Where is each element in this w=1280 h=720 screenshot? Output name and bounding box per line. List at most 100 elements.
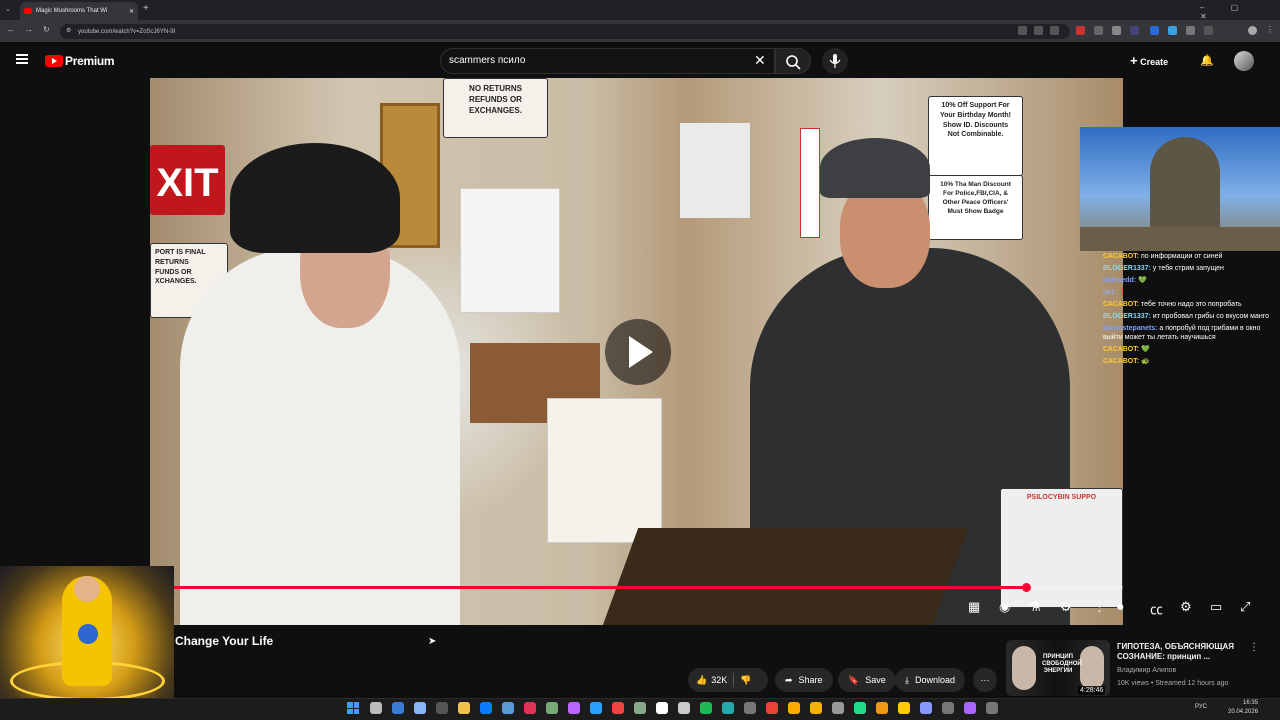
- taskbar-app-icon[interactable]: [722, 702, 734, 714]
- extension-icon[interactable]: [1094, 26, 1103, 35]
- progress-bar[interactable]: [150, 583, 1123, 592]
- extensions-puzzle-icon[interactable]: [1204, 26, 1213, 35]
- taskbar-app-icon[interactable]: [590, 702, 602, 714]
- progress-scrubber[interactable]: [1021, 583, 1031, 592]
- start-menu-icon[interactable]: [347, 702, 359, 714]
- bookmark-star-icon[interactable]: [1050, 26, 1059, 35]
- notifications-bell-icon[interactable]: 🔔: [1200, 54, 1214, 67]
- taskbar-app-icon[interactable]: [964, 702, 976, 714]
- taskbar-app-icon[interactable]: [832, 702, 844, 714]
- chat-username: САСАBOT:: [1103, 357, 1140, 365]
- screenshot-camera-icon[interactable]: ◉: [999, 599, 1010, 615]
- taskbar-app-icon[interactable]: [920, 702, 932, 714]
- taskbar-app-icon[interactable]: [744, 702, 756, 714]
- window-controls[interactable]: – ▢ ✕: [1200, 3, 1280, 21]
- back-icon[interactable]: ←: [7, 25, 15, 34]
- miniplayer-icon[interactable]: ▭: [1210, 599, 1222, 615]
- youtube-logo-text[interactable]: Premium: [65, 54, 115, 68]
- clear-search-icon[interactable]: ✕: [754, 52, 766, 69]
- tab-list-icon[interactable]: ⌄: [5, 5, 11, 13]
- quality-settings-icon[interactable]: ⚙: [1180, 599, 1192, 615]
- chapters-icon[interactable]: ▦: [968, 599, 980, 615]
- taskbar-app-icon[interactable]: [480, 702, 492, 714]
- extension-icon[interactable]: [1076, 26, 1085, 35]
- create-button[interactable]: + Create: [1130, 53, 1168, 68]
- url-field[interactable]: youtube.com/watch?v=ZoScJ6YN-9I: [60, 24, 1070, 39]
- taskbar-app-icon[interactable]: [678, 702, 690, 714]
- taskbar-app-icon[interactable]: [458, 702, 470, 714]
- profile-icon[interactable]: [1248, 26, 1257, 35]
- site-info-icon[interactable]: ⚙: [66, 27, 71, 34]
- recommendation-title[interactable]: ГИПОТЕЗА, ОБЪЯСНЯЮЩАЯ СОЗНАНИЕ: принцип …: [1117, 642, 1242, 663]
- keyboard-language[interactable]: РУС: [1195, 704, 1207, 710]
- thumbs-up-icon: 👍: [696, 674, 708, 685]
- taskbar-app-icon[interactable]: [414, 702, 426, 714]
- zoom-icon[interactable]: [1018, 26, 1027, 35]
- taskbar-app-icon[interactable]: [942, 702, 954, 714]
- youtube-logo-icon[interactable]: [45, 55, 63, 67]
- thumbs-down-icon[interactable]: 👎: [740, 675, 751, 686]
- taskbar-app-icon[interactable]: [436, 702, 448, 714]
- taskbar-app-icon[interactable]: [656, 702, 668, 714]
- settings-gear-icon[interactable]: ⚙: [1060, 599, 1072, 615]
- taskbar-app-icon[interactable]: [370, 702, 382, 714]
- microphone-icon: [829, 54, 841, 68]
- taskbar-app-icon[interactable]: [568, 702, 580, 714]
- cast-icon[interactable]: [1034, 26, 1043, 35]
- system-clock[interactable]: 16:35 20.04.2026: [1228, 699, 1258, 717]
- forward-icon[interactable]: →: [25, 25, 33, 34]
- taskbar-app-icon[interactable]: [634, 702, 646, 714]
- taskbar-app-icon[interactable]: [898, 702, 910, 714]
- taskbar-app-icon[interactable]: [854, 702, 866, 714]
- chat-text: 💚: [1136, 276, 1147, 284]
- browser-menu-icon[interactable]: ⋮: [1266, 25, 1274, 34]
- taskbar-app-icon[interactable]: [766, 702, 778, 714]
- voice-search-button[interactable]: [822, 48, 848, 74]
- more-actions-button[interactable]: ⋯: [973, 668, 997, 692]
- account-avatar[interactable]: [1234, 51, 1254, 71]
- taskbar-app-icon[interactable]: [700, 702, 712, 714]
- recommendation-meta: 10K views • Streamed 12 hours ago: [1117, 680, 1229, 687]
- taskbar-app-icon[interactable]: [788, 702, 800, 714]
- extension-icon[interactable]: [1130, 26, 1139, 35]
- video-player[interactable]: XIT PORT IS FINAL RETURNS FUNDS OR XCHANGES…: [150, 78, 1123, 625]
- hamburger-menu-icon[interactable]: [16, 54, 28, 64]
- search-button[interactable]: [775, 48, 811, 74]
- subtitles-icon[interactable]: ㏄: [1150, 599, 1163, 618]
- tab-close-icon[interactable]: ✕: [129, 8, 134, 15]
- chat-username: baronstepanets:: [1103, 324, 1158, 332]
- recommendation-channel[interactable]: Владимир Алипов: [1117, 667, 1176, 674]
- taskbar-app-icon[interactable]: [524, 702, 536, 714]
- taskbar-app-icon[interactable]: [876, 702, 888, 714]
- new-tab-icon[interactable]: +: [143, 3, 149, 14]
- psilocybin-sign: PSILOCYBIN SUPPO: [1000, 488, 1123, 608]
- reload-icon[interactable]: ↻: [43, 25, 50, 34]
- taskbar-app-icon[interactable]: [502, 702, 514, 714]
- taskbar-app-icon[interactable]: [546, 702, 558, 714]
- duration-badge: 4:28:46: [1078, 686, 1106, 695]
- taskbar-app-icon[interactable]: [392, 702, 404, 714]
- figure-head: [74, 576, 100, 602]
- extension-icon[interactable]: [1112, 26, 1121, 35]
- browser-tab[interactable]: Magic Mushrooms That Wi ✕: [20, 2, 138, 20]
- extension-icon[interactable]: [1186, 26, 1195, 35]
- taskbar-app-icon[interactable]: [612, 702, 624, 714]
- download-button[interactable]: ⤓ Download: [895, 668, 966, 692]
- progress-fill: [150, 586, 1026, 589]
- extension-icon[interactable]: [1168, 26, 1177, 35]
- taskbar-app-icon[interactable]: [986, 702, 998, 714]
- recommendation-menu-icon[interactable]: ⋮: [1249, 642, 1259, 653]
- download-label: Download: [914, 675, 956, 685]
- like-button[interactable]: 👍 32K: [696, 675, 727, 686]
- lab-flask-icon[interactable]: ⚗: [1029, 599, 1041, 615]
- fullscreen-icon[interactable]: ⤢: [1240, 599, 1250, 615]
- extension-icon[interactable]: [1150, 26, 1159, 35]
- share-button[interactable]: ➦ Share: [775, 668, 833, 692]
- like-dislike-group: 👍 32K 👎: [688, 668, 768, 692]
- more-options-icon[interactable]: ⋮: [1093, 599, 1106, 615]
- play-button-icon[interactable]: [605, 319, 671, 385]
- search-input[interactable]: scammers псило: [440, 48, 775, 74]
- taskbar-app-icon[interactable]: [810, 702, 822, 714]
- autoplay-toggle-icon[interactable]: ⏺: [1117, 599, 1124, 615]
- save-button[interactable]: 🔖 Save: [838, 668, 896, 692]
